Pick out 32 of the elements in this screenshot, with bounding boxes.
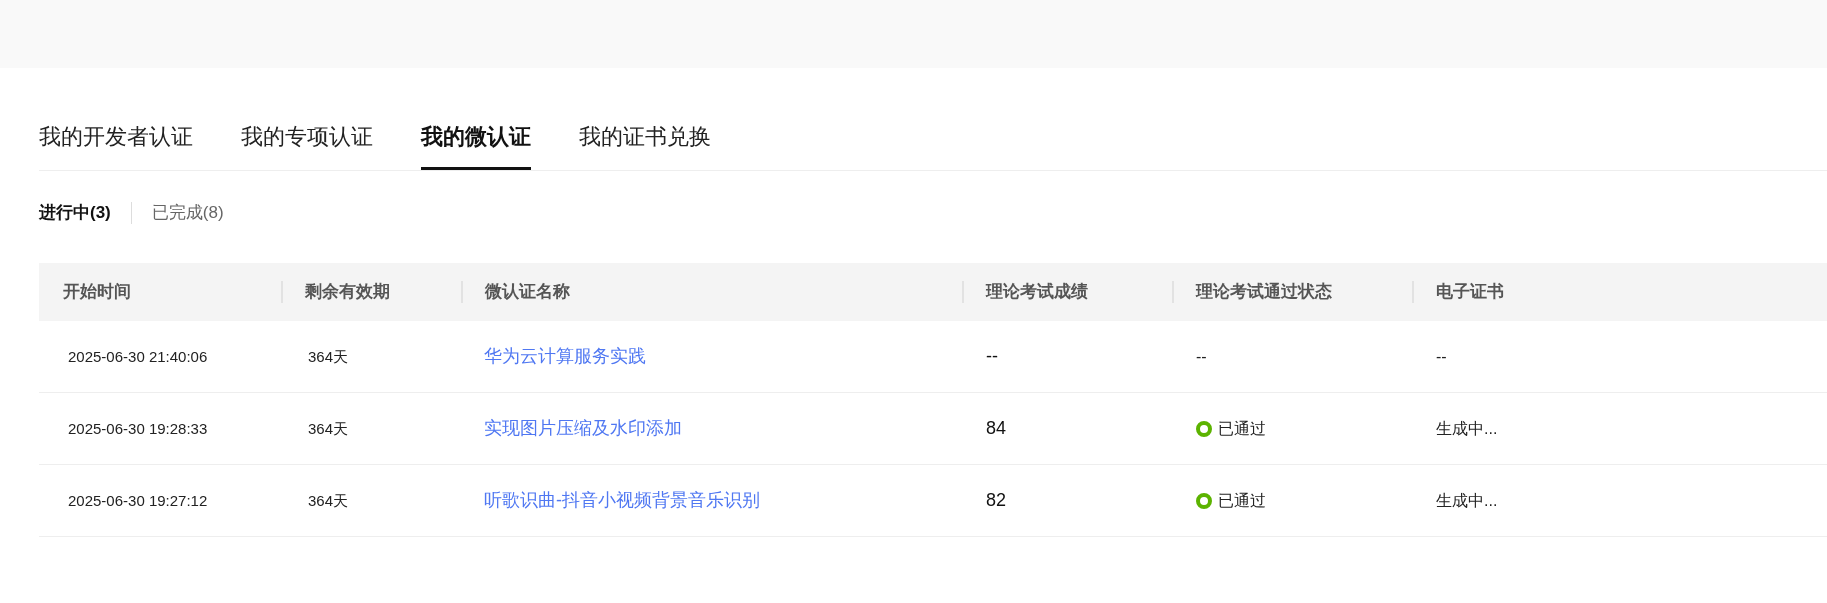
tab[interactable]: 我的开发者认证 <box>39 120 193 170</box>
table-cell: 生成中... <box>1436 419 1498 437</box>
tab[interactable]: 我的证书兑换 <box>579 120 711 170</box>
column-header: 电子证书 <box>1435 281 1504 304</box>
column-header: 开始时间 <box>62 281 131 304</box>
certificate-link[interactable]: 实现图片压缩及水印添加 <box>484 418 682 438</box>
table-cell: -- <box>1436 347 1447 365</box>
tab[interactable]: 我的微认证 <box>421 120 531 170</box>
table-cell: -- <box>986 346 998 366</box>
table-cell: 364天 <box>308 419 349 437</box>
status-text: 已通过 <box>1218 490 1266 511</box>
table-cell: 生成中... <box>1436 491 1498 509</box>
filter-tab[interactable]: 已完成(8) <box>151 200 224 226</box>
table-cell: 364天 <box>308 491 349 509</box>
check-ring-icon <box>1196 492 1212 509</box>
table-cell: 2025-06-30 19:28:33 <box>68 419 208 437</box>
table-cell: 84 <box>986 418 1007 438</box>
certificate-link[interactable]: 华为云计算服务实践 <box>484 346 646 366</box>
check-ring-icon <box>1196 420 1212 437</box>
column-header: 剩余有效期 <box>304 281 390 304</box>
certificate-link[interactable]: 听歌识曲-抖音小视频背景音乐识别 <box>484 490 760 510</box>
table-cell: 2025-06-30 21:40:06 <box>68 347 208 365</box>
tab[interactable]: 我的专项认证 <box>241 120 373 170</box>
status-text: 已通过 <box>1218 418 1266 439</box>
column-header: 理论考试通过状态 <box>1194 281 1332 304</box>
table-cell: 82 <box>986 490 1007 510</box>
table-cell: 364天 <box>308 347 349 365</box>
column-header: 微认证名称 <box>484 281 570 304</box>
table-cell: -- <box>1196 347 1207 365</box>
filter-tab[interactable]: 进行中(3) <box>39 200 111 226</box>
column-header: 理论考试成绩 <box>984 281 1088 304</box>
table-cell: 2025-06-30 19:27:12 <box>68 491 208 509</box>
